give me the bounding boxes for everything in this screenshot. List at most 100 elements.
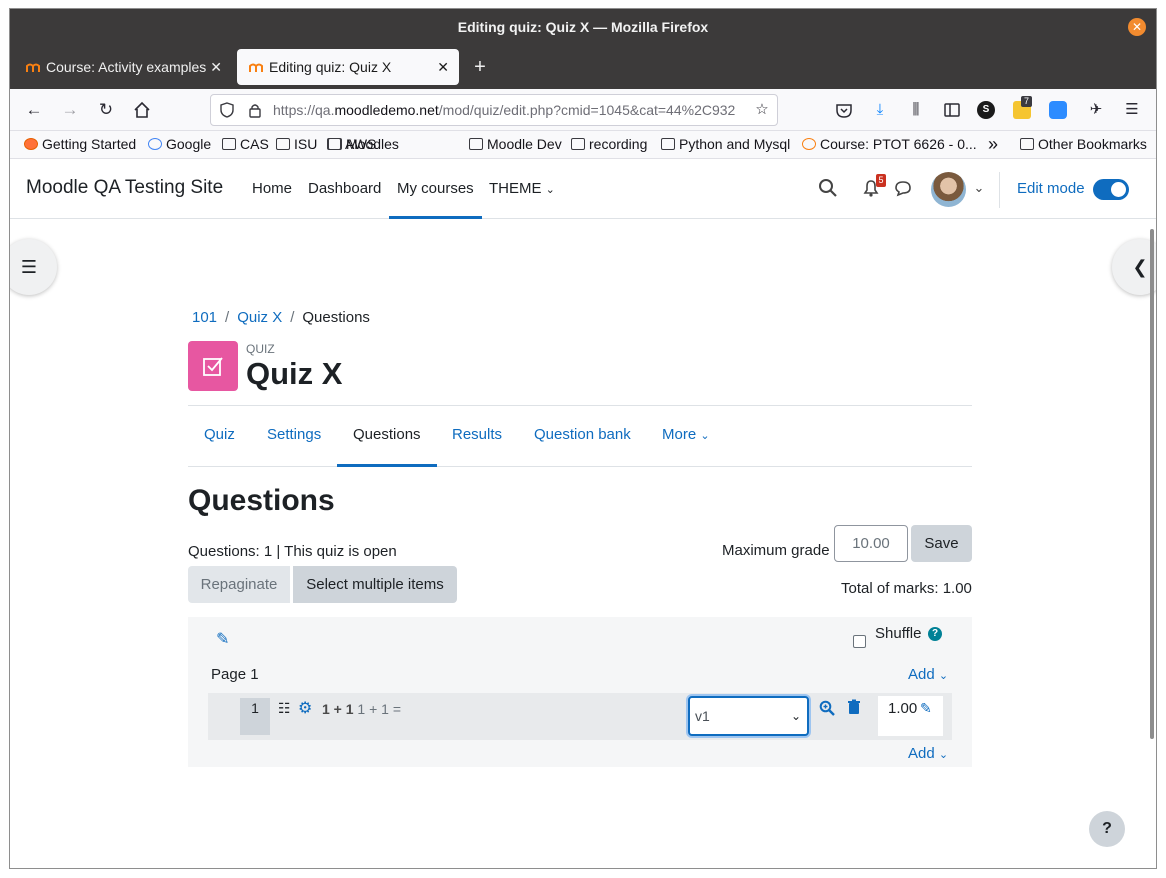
save-button[interactable]: Save: [911, 525, 972, 562]
gear-icon[interactable]: ⚙: [298, 698, 312, 718]
bookmark-folder-moodles-2[interactable]: Moodles: [326, 131, 399, 159]
max-mark-value: 1.00: [888, 700, 918, 717]
main-content: 101/Quiz X / Questions QUIZ Quiz X Quiz Se…: [188, 219, 974, 868]
library-icon[interactable]: ⫼: [905, 99, 927, 121]
list-icon: ☰: [20, 257, 38, 277]
max-grade-input[interactable]: 10.00: [834, 525, 908, 562]
tab-close-icon[interactable]: ✕: [437, 49, 449, 85]
edit-heading-pencil-icon[interactable]: ✎: [216, 629, 229, 649]
tab-results[interactable]: Results: [452, 426, 502, 443]
url-text: https://qa.moodledemo.net/mod/quiz/edit.…: [273, 102, 736, 118]
firefox-icon: [24, 138, 38, 150]
breadcrumb-quiz[interactable]: Quiz X: [237, 309, 282, 326]
tab-more-dropdown[interactable]: More ⌄: [662, 426, 710, 443]
chevron-down-icon: ⌄: [545, 184, 555, 196]
pocket-icon[interactable]: [833, 99, 855, 121]
site-name[interactable]: Moodle QA Testing Site: [26, 177, 223, 199]
tab-editing-quiz[interactable]: Editing quiz: Quiz X ✕: [237, 49, 459, 85]
course-index-drawer-button[interactable]: ☰: [10, 239, 57, 295]
add-menu-top[interactable]: Add ⌄: [908, 666, 948, 683]
user-menu-chevron-icon[interactable]: ⌄: [968, 177, 990, 199]
help-floating-button[interactable]: ?: [1089, 811, 1125, 847]
folder-icon: [328, 138, 342, 150]
activity-type-label: QUIZ: [246, 342, 275, 356]
sidebar-icon[interactable]: [941, 99, 963, 121]
shuffle-checkbox[interactable]: [853, 635, 866, 648]
repaginate-button[interactable]: Repaginate: [188, 566, 290, 603]
search-icon[interactable]: [817, 177, 839, 199]
lock-icon[interactable]: [247, 102, 263, 118]
bookmark-folder-cas[interactable]: CAS: [220, 131, 269, 159]
divider: [999, 172, 1000, 208]
bookmark-folder-isu[interactable]: ISU: [274, 131, 317, 159]
max-grade-label: Maximum grade: [722, 542, 830, 559]
page-scrollbar[interactable]: [1150, 229, 1154, 739]
select-multiple-button[interactable]: Select multiple items: [293, 566, 457, 603]
question-name[interactable]: 1 + 1 1 + 1 =: [322, 701, 401, 717]
multichoice-list-icon: ☷: [278, 700, 291, 716]
bookmark-folder-python-mysql[interactable]: Python and Mysql: [659, 131, 790, 159]
questions-status: Questions: 1 | This quiz is open: [188, 543, 397, 560]
tab-quiz[interactable]: Quiz: [204, 426, 235, 443]
window-titlebar: Editing quiz: Quiz X — Mozilla Firefox ✕: [10, 9, 1156, 45]
max-mark-box[interactable]: 1.00 ✎: [878, 696, 943, 736]
extension-badge: 7: [1021, 96, 1033, 107]
bookmark-google[interactable]: Google: [146, 131, 211, 159]
breadcrumb: 101/Quiz X / Questions: [192, 309, 370, 326]
page-label: Page 1: [211, 666, 259, 683]
moodle-navbar: Moodle QA Testing Site Home Dashboard My…: [10, 159, 1156, 219]
tab-questions[interactable]: Questions: [337, 426, 437, 467]
new-tab-plus-icon[interactable]: +: [470, 57, 490, 77]
folder-icon: [222, 138, 236, 150]
zoom-extension-icon[interactable]: [1049, 101, 1067, 119]
nav-theme-dropdown[interactable]: THEME ⌄: [489, 180, 555, 197]
nav-home[interactable]: Home: [252, 180, 292, 197]
help-icon[interactable]: ?: [928, 627, 942, 641]
nav-dashboard[interactable]: Dashboard: [308, 180, 381, 197]
tab-question-bank[interactable]: Question bank: [534, 426, 631, 443]
menu-hamburger-icon[interactable]: ☰: [1121, 99, 1143, 121]
folder-icon: [571, 138, 585, 150]
edit-mark-pencil-icon[interactable]: ✎: [920, 700, 932, 717]
add-menu-bottom[interactable]: Add ⌄: [908, 745, 948, 762]
page-title: Quiz X: [246, 356, 343, 391]
reload-icon[interactable]: ↻: [95, 99, 117, 121]
notification-count-badge: 5: [876, 174, 886, 187]
back-arrow-icon[interactable]: ←: [23, 99, 45, 121]
breadcrumb-course[interactable]: 101: [192, 309, 217, 326]
version-select[interactable]: v1 ⌄: [688, 696, 809, 736]
nav-my-courses[interactable]: My courses: [389, 180, 482, 219]
moodle-favicon-icon: [249, 63, 263, 72]
shield-icon[interactable]: [219, 102, 235, 118]
moodle-favicon-icon: [802, 138, 816, 150]
folder-icon: [661, 138, 675, 150]
chevron-down-icon: ⌄: [700, 430, 710, 442]
browser-window: Editing quiz: Quiz X — Mozilla Firefox ✕…: [9, 8, 1157, 869]
bookmarks-overflow-chevron-icon[interactable]: »: [988, 131, 998, 159]
extension-bird-icon[interactable]: ✈: [1085, 99, 1107, 121]
trash-icon[interactable]: [847, 699, 861, 715]
bookmark-folder-recording[interactable]: recording: [569, 131, 647, 159]
bookmark-star-icon[interactable]: ☆: [751, 99, 773, 121]
extension-s-icon[interactable]: S: [977, 101, 995, 119]
slot-number: 1: [240, 698, 270, 735]
bookmark-folder-moodle-dev[interactable]: Moodle Dev: [467, 131, 562, 159]
edit-mode-toggle[interactable]: [1093, 179, 1129, 200]
tab-settings[interactable]: Settings: [267, 426, 321, 443]
forward-arrow-icon[interactable]: →: [59, 99, 81, 121]
close-window-icon[interactable]: ✕: [1128, 18, 1146, 36]
tab-label: Editing quiz: Quiz X: [269, 59, 392, 75]
bookmark-folder-other[interactable]: Other Bookmarks: [1018, 131, 1147, 159]
tab-close-icon[interactable]: ✕: [210, 49, 222, 85]
user-avatar[interactable]: [931, 172, 966, 207]
tab-course-activity[interactable]: Course: Activity examples ✕: [14, 49, 232, 85]
folder-icon: [469, 138, 483, 150]
bookmark-course-ptot[interactable]: Course: PTOT 6626 - 0...: [800, 131, 977, 159]
messages-icon[interactable]: [892, 177, 914, 199]
home-icon[interactable]: [131, 99, 153, 121]
bookmark-getting-started[interactable]: Getting Started: [22, 131, 136, 159]
url-bar[interactable]: https://qa.moodledemo.net/mod/quiz/edit.…: [210, 94, 778, 126]
downloads-icon[interactable]: ⤓: [869, 99, 891, 121]
breadcrumb-current: Questions: [302, 309, 370, 326]
preview-magnifier-icon[interactable]: [819, 700, 835, 716]
